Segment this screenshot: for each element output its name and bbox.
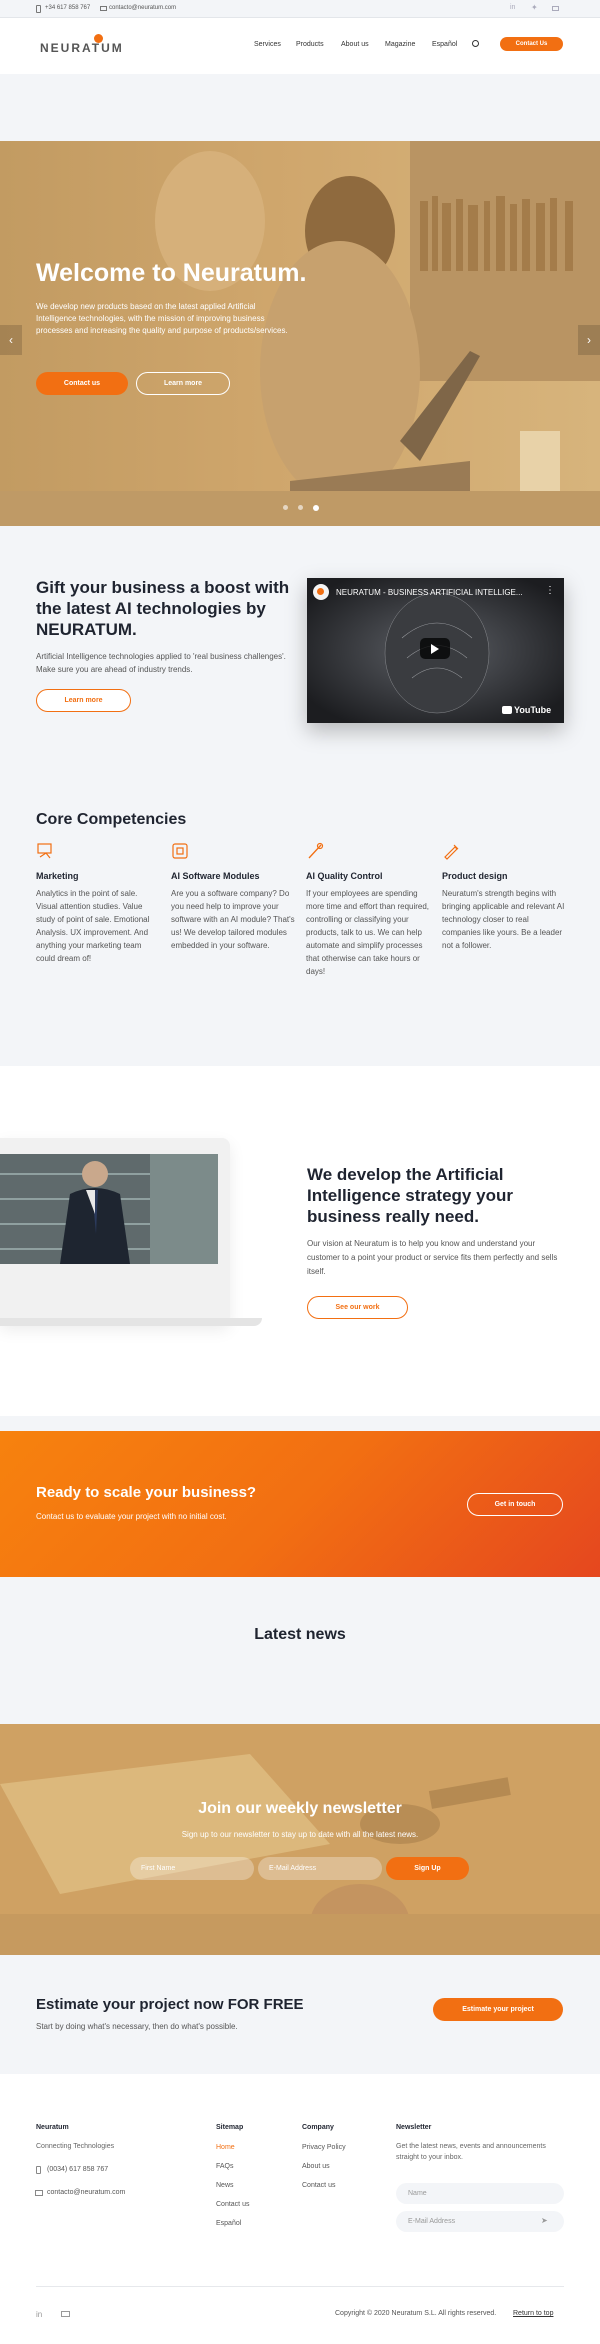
channel-avatar-dot	[317, 588, 324, 595]
sitemap-title: Sitemap	[216, 2124, 244, 2131]
quality-icon	[308, 842, 324, 859]
footer-email[interactable]: contacto@neuratum.com	[47, 2189, 125, 2196]
sitemap-home[interactable]: Home	[216, 2144, 235, 2151]
footer-name-input[interactable]: Name	[396, 2183, 564, 2204]
footer-phone[interactable]: (0034) 617 858 767	[47, 2166, 108, 2173]
footer	[0, 2074, 600, 2344]
boost-learn-more-button[interactable]: Learn more	[36, 689, 131, 712]
footer-phone-icon	[36, 2166, 41, 2174]
footer-divider	[36, 2286, 564, 2287]
businessman-image	[0, 1154, 218, 1264]
footer-tagline: Connecting Technologies	[36, 2143, 115, 2150]
estimate-project-button[interactable]: Estimate your project	[433, 1998, 563, 2021]
copyright: Copyright © 2020 Neuratum S.L. All right…	[335, 2310, 497, 2317]
strategy-title: We develop the Artificial Intelligence s…	[307, 1165, 513, 1226]
youtube-logo-icon[interactable]	[502, 706, 512, 714]
hero-title: Welcome to Neuratum.	[36, 259, 307, 287]
estimate-text: Start by doing what's necessary, then do…	[36, 2022, 238, 2031]
search-icon[interactable]	[472, 40, 479, 47]
footer-mail-icon	[35, 2190, 43, 2196]
footer-newsletter-title: Newsletter	[396, 2124, 432, 2131]
competency-software-title: AI Software Modules	[171, 871, 260, 881]
see-our-work-button[interactable]: See our work	[307, 1296, 408, 1319]
scale-text: Contact us to evaluate your project with…	[36, 1512, 227, 1521]
hero-learn-more-button[interactable]: Learn more	[136, 372, 230, 395]
competency-design-text: Neuratum's strength begins with bringing…	[442, 889, 565, 950]
return-to-top-link[interactable]: Return to top	[513, 2310, 553, 2317]
nav-products[interactable]: Products	[296, 41, 324, 48]
company-about[interactable]: About us	[302, 2163, 330, 2170]
slider-prev-arrow[interactable]: ‹	[0, 325, 22, 355]
youtube-brand: YouTube	[514, 705, 552, 715]
competency-marketing-text: Analytics in the point of sale. Visual a…	[36, 889, 150, 963]
marketing-icon	[37, 843, 52, 859]
nav-magazine[interactable]: Magazine	[385, 41, 415, 48]
footer-email-input[interactable]: E-Mail Address	[396, 2211, 564, 2232]
slider-next-arrow[interactable]: ›	[578, 325, 600, 355]
header-contact-button[interactable]: Contact Us	[500, 37, 563, 51]
newsletter-signup-button[interactable]: Sign Up	[386, 1857, 469, 1880]
competency-marketing-title: Marketing	[36, 871, 79, 881]
slider-dot-2[interactable]	[298, 505, 303, 510]
design-icon	[444, 844, 459, 860]
footer-newsletter-text: Get the latest news, events and announce…	[396, 2143, 546, 2161]
sitemap-faqs[interactable]: FAQs	[216, 2163, 234, 2170]
competencies-title: Core Competencies	[36, 811, 187, 828]
top-bar: +34 617 858 767 contacto@neuratum.com in…	[0, 0, 600, 18]
boost-text: Artificial Intelligence technologies app…	[36, 652, 286, 674]
newsletter-first-name-input[interactable]: First Name	[130, 1857, 254, 1880]
topbar-email[interactable]: contacto@neuratum.com	[109, 5, 176, 11]
software-icon	[172, 843, 188, 859]
slider-dot-3[interactable]	[313, 505, 319, 511]
nav-language[interactable]: Español	[432, 41, 457, 48]
sitemap-language[interactable]: Español	[216, 2220, 241, 2227]
competency-software-text: Are you a software company? Do you need …	[171, 889, 295, 950]
sitemap-news[interactable]: News	[216, 2182, 234, 2189]
linkedin-icon[interactable]: in	[510, 4, 515, 11]
phone-icon	[36, 5, 41, 13]
newsletter-section	[0, 1724, 600, 1955]
footer-email-social-icon[interactable]	[61, 2311, 70, 2317]
footer-linkedin-icon[interactable]: in	[36, 2310, 42, 2319]
footer-company-name: Neuratum	[36, 2124, 69, 2131]
nav-services[interactable]: Services	[254, 41, 281, 48]
video-embed[interactable]: NEURATUM - BUSINESS ARTIFICIAL INTELLIGE…	[307, 578, 564, 723]
logo[interactable]: NEURATUM	[40, 41, 124, 55]
news-title: Latest news	[254, 1626, 346, 1643]
strategy-text: Our vision at Neuratum is to help you kn…	[307, 1239, 558, 1276]
slider-dot-1[interactable]	[283, 505, 288, 510]
estimate-title: Estimate your project now FOR FREE	[36, 1996, 304, 2013]
topbar-phone[interactable]: +34 617 858 767	[45, 5, 90, 11]
hero-text: We develop new products based on the lat…	[36, 302, 288, 335]
scale-title: Ready to scale your business?	[36, 1484, 257, 1501]
company-title: Company	[302, 2124, 334, 2131]
email-icon[interactable]	[552, 6, 559, 11]
mail-icon	[100, 6, 107, 11]
competency-quality-text: If your employees are spending more time…	[306, 889, 430, 976]
header: NEURATUM Services Products About us Maga…	[0, 18, 600, 74]
sitemap-contact[interactable]: Contact us	[216, 2201, 249, 2208]
company-privacy[interactable]: Privacy Policy	[302, 2144, 346, 2151]
newsletter-bg-image	[0, 1724, 600, 1955]
twitter-icon[interactable]: ✦	[531, 3, 538, 12]
video-title[interactable]: NEURATUM - BUSINESS ARTIFICIAL INTELLIGE…	[336, 588, 523, 597]
competency-quality-title: AI Quality Control	[306, 871, 383, 881]
newsletter-text: Sign up to our newsletter to stay up to …	[181, 1830, 419, 1839]
boost-title: Gift your business a boost with the late…	[36, 578, 290, 639]
nav-about[interactable]: About us	[341, 41, 369, 48]
company-contact[interactable]: Contact us	[302, 2182, 335, 2189]
play-icon	[431, 644, 439, 654]
newsletter-title: Join our weekly newsletter	[198, 1800, 402, 1817]
hero-contact-button[interactable]: Contact us	[36, 372, 128, 395]
laptop-base	[0, 1318, 262, 1326]
send-icon[interactable]: ➤	[541, 2216, 548, 2225]
more-options-icon[interactable]: ⋮	[545, 585, 555, 596]
hero-section: Welcome to Neuratum. We develop new prod…	[0, 141, 600, 526]
newsletter-email-input[interactable]: E-Mail Address	[258, 1857, 382, 1880]
get-in-touch-button[interactable]: Get in touch	[467, 1493, 563, 1516]
competency-design-title: Product design	[442, 871, 508, 881]
